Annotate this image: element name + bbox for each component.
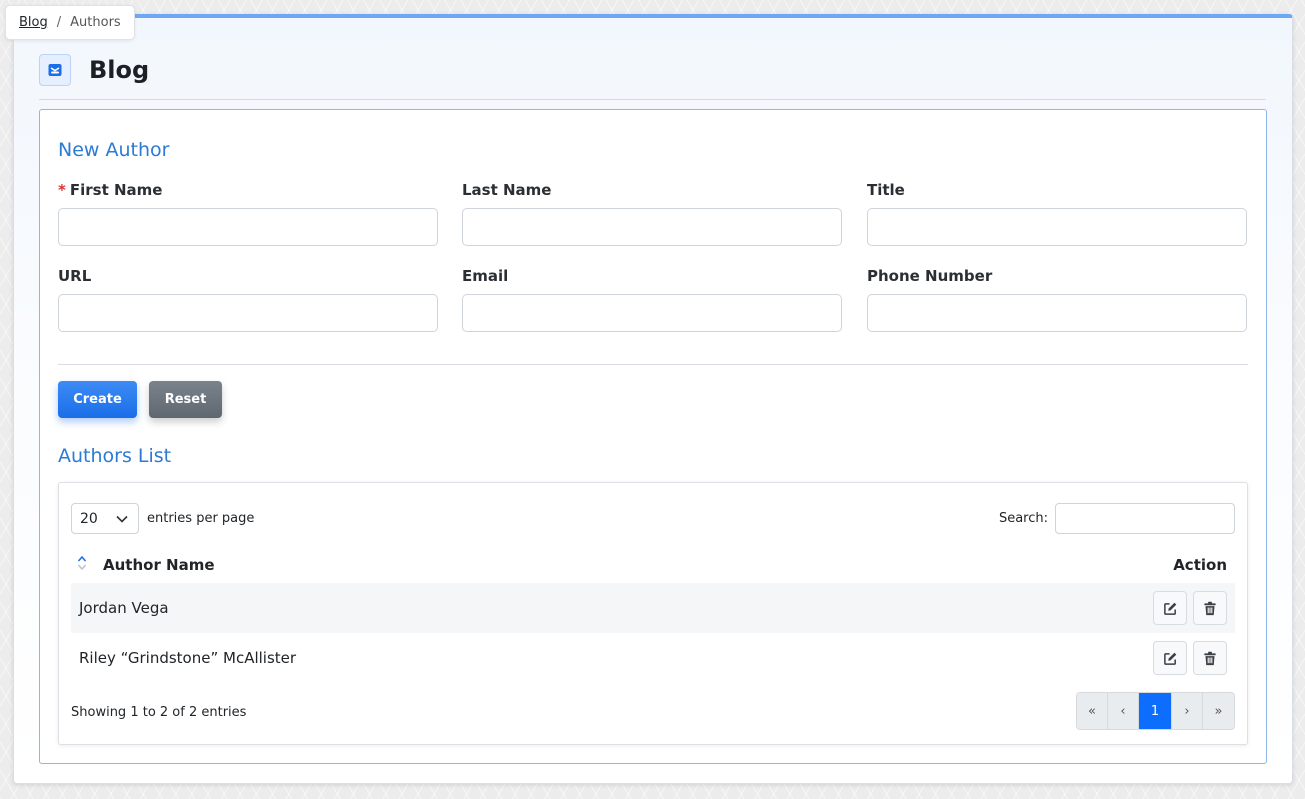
- create-button[interactable]: Create: [58, 381, 137, 418]
- trash-icon: [1204, 651, 1216, 665]
- list-title: Authors List: [58, 445, 172, 467]
- last-name-label: Last Name: [462, 181, 552, 199]
- pagination: « ‹ 1 › »: [1076, 692, 1235, 730]
- page-next-button[interactable]: ›: [1172, 693, 1203, 729]
- table-row: Jordan Vega: [71, 583, 1235, 633]
- column-author-name[interactable]: Author Name: [103, 556, 215, 574]
- page-title: Blog: [89, 55, 150, 84]
- url-input[interactable]: [58, 294, 438, 332]
- row-actions: [1153, 591, 1227, 625]
- edit-button[interactable]: [1153, 641, 1187, 675]
- first-name-field: * First Name: [58, 181, 438, 246]
- author-name: Jordan Vega: [79, 599, 169, 617]
- breadcrumb-separator: /: [56, 15, 62, 30]
- email-label: Email: [462, 267, 509, 285]
- page-last-button[interactable]: »: [1203, 693, 1234, 729]
- phone-label: Phone Number: [867, 267, 993, 285]
- last-name-field: Last Name: [462, 181, 842, 246]
- entries-per-page-label: entries per page: [147, 511, 255, 526]
- email-input[interactable]: [462, 294, 842, 332]
- delete-button[interactable]: [1193, 591, 1227, 625]
- breadcrumb-link-blog[interactable]: Blog: [19, 15, 48, 30]
- delete-button[interactable]: [1193, 641, 1227, 675]
- sort-icon[interactable]: [77, 555, 97, 575]
- page-size-select[interactable]: 20: [71, 503, 139, 534]
- breadcrumb-current: Authors: [70, 15, 121, 30]
- title-input[interactable]: [867, 208, 1247, 246]
- first-name-label: * First Name: [58, 181, 163, 199]
- last-name-input[interactable]: [462, 208, 842, 246]
- phone-input[interactable]: [867, 294, 1247, 332]
- entries-control: 20 entries per page: [71, 503, 254, 534]
- edit-button[interactable]: [1153, 591, 1187, 625]
- page-size-value: 20: [80, 510, 98, 527]
- title-field: Title: [867, 181, 1247, 246]
- url-field: URL: [58, 267, 438, 332]
- table-row: Riley “Grindstone” McAllister: [71, 633, 1235, 683]
- search-control: Search:: [999, 503, 1235, 534]
- author-panel: New Author * First Name Last Name Title U…: [39, 109, 1267, 764]
- edit-icon: [1163, 652, 1176, 665]
- table-info: Showing 1 to 2 of 2 entries: [71, 705, 247, 720]
- form-title: New Author: [58, 139, 170, 161]
- first-name-input[interactable]: [58, 208, 438, 246]
- required-marker: *: [58, 181, 66, 199]
- column-action: Action: [1173, 556, 1227, 574]
- page-first-button[interactable]: «: [1077, 693, 1108, 729]
- author-name: Riley “Grindstone” McAllister: [79, 649, 297, 667]
- form-divider: [58, 364, 1248, 365]
- email-field: Email: [462, 267, 842, 332]
- table-header: Author Name Action: [71, 549, 1235, 581]
- page-prev-button[interactable]: ‹: [1108, 693, 1139, 729]
- search-label: Search:: [998, 511, 1048, 526]
- chevron-down-icon: [116, 511, 128, 527]
- title-label: Title: [867, 181, 905, 199]
- reset-button[interactable]: Reset: [149, 381, 222, 418]
- edit-icon: [1163, 602, 1176, 615]
- phone-field: Phone Number: [867, 267, 1247, 332]
- authors-table-container: 20 entries per page Search: Author Name …: [58, 482, 1248, 745]
- url-label: URL: [58, 267, 92, 285]
- page-header: Blog: [39, 53, 1266, 100]
- breadcrumb: Blog / Authors: [5, 5, 135, 40]
- row-actions: [1153, 641, 1227, 675]
- inbox-icon: [39, 53, 71, 86]
- trash-icon: [1204, 601, 1216, 615]
- search-input[interactable]: [1055, 503, 1235, 534]
- page-current-button[interactable]: 1: [1139, 693, 1172, 729]
